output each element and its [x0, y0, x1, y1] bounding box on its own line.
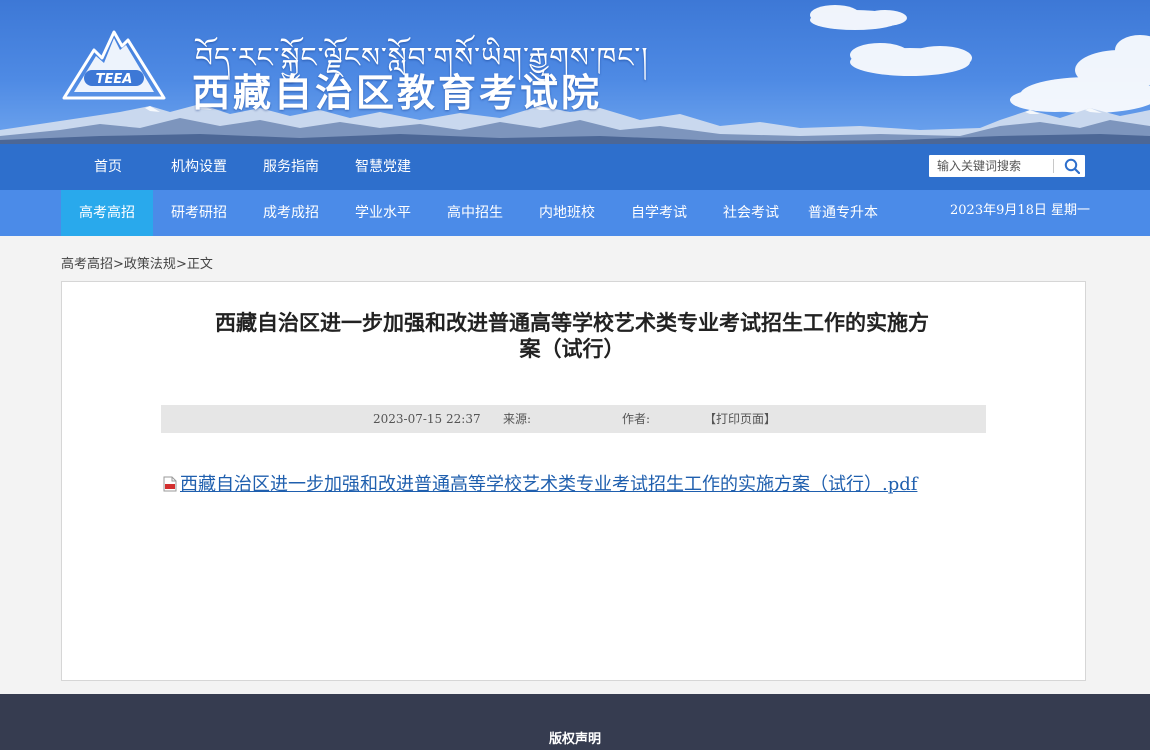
- footer: 版权声明: [0, 694, 1150, 750]
- search-divider: [1053, 159, 1054, 173]
- nav-item-social-exam[interactable]: 社会考试: [714, 190, 788, 236]
- breadcrumb: 高考高招>政策法规>正文: [61, 253, 213, 272]
- source-label: 来源:: [503, 412, 532, 426]
- article-panel: 西藏自治区进一步加强和改进普通高等学校艺术类专业考试招生工作的实施方 案（试行）…: [61, 281, 1086, 681]
- nav-item-home[interactable]: 首页: [78, 144, 138, 190]
- nav-item-service-guide[interactable]: 服务指南: [254, 144, 328, 190]
- svg-text:TEEA: TEEA: [96, 72, 133, 87]
- nav-item-high-school-admission[interactable]: 高中招生: [438, 190, 512, 236]
- article-title: 西藏自治区进一步加强和改进普通高等学校艺术类专业考试招生工作的实施方 案（试行）: [157, 310, 987, 362]
- print-page-link[interactable]: 【打印页面】: [704, 405, 776, 433]
- copyright-link[interactable]: 版权声明: [0, 728, 1150, 747]
- search-button[interactable]: [1059, 155, 1085, 177]
- nav-item-academic-level[interactable]: 学业水平: [346, 190, 420, 236]
- attachment: 西藏自治区进一步加强和改进普通高等学校艺术类专业考试招生工作的实施方案（试行）.…: [163, 467, 933, 503]
- primary-nav: 首页 机构设置 服务指南 智慧党建: [0, 144, 1150, 190]
- article-title-line-1: 西藏自治区进一步加强和改进普通高等学校艺术类专业考试招生工作的实施方: [215, 311, 929, 335]
- article-title-line-2: 案（试行）: [519, 337, 625, 361]
- nav-item-self-study-exam[interactable]: 自学考试: [622, 190, 696, 236]
- breadcrumb-separator: >: [175, 257, 187, 272]
- nav-item-organization[interactable]: 机构设置: [162, 144, 236, 190]
- attachment-link[interactable]: 西藏自治区进一步加强和改进普通高等学校艺术类专业考试招生工作的实施方案（试行）.…: [180, 474, 917, 495]
- nav-item-graduate-exam[interactable]: 研考研招: [162, 190, 236, 236]
- secondary-nav: 高考高招 研考研招 成考成招 学业水平 高中招生 内地班校 自学考试 社会考试 …: [0, 190, 1150, 236]
- nav-item-gaokao[interactable]: 高考高招: [61, 190, 153, 236]
- breadcrumb-gaokao[interactable]: 高考高招: [61, 257, 113, 272]
- nav-item-party-building[interactable]: 智慧党建: [346, 144, 420, 190]
- pdf-file-icon: [163, 476, 177, 492]
- article-meta-bar: 2023-07-15 22:37 来源: 作者: 【打印页面】: [161, 405, 986, 433]
- nav-item-upgrade-bachelor[interactable]: 普通专升本: [800, 190, 886, 236]
- teea-logo: TEEA: [62, 30, 166, 100]
- search-input[interactable]: [929, 155, 1055, 177]
- site-title: 西藏自治区教育考试院: [192, 71, 603, 115]
- author-label: 作者:: [622, 412, 651, 426]
- breadcrumb-separator: >: [113, 257, 124, 272]
- nav-item-adult-exam[interactable]: 成考成招: [254, 190, 328, 236]
- search-icon: [1064, 158, 1080, 174]
- header-banner: TEEA བོད་རང་སྐྱོང་ལྗོངས་སློབ་གསོ་ཡིག་རྒྱ…: [0, 0, 1150, 144]
- breadcrumb-policy[interactable]: 政策法规: [124, 257, 176, 272]
- nav-item-inland-class[interactable]: 内地班校: [530, 190, 604, 236]
- search-box: [929, 155, 1085, 177]
- current-date: 2023年9月18日 星期一: [950, 203, 1091, 218]
- breadcrumb-current: 正文: [186, 257, 213, 272]
- publish-datetime: 2023-07-15 22:37: [373, 412, 481, 426]
